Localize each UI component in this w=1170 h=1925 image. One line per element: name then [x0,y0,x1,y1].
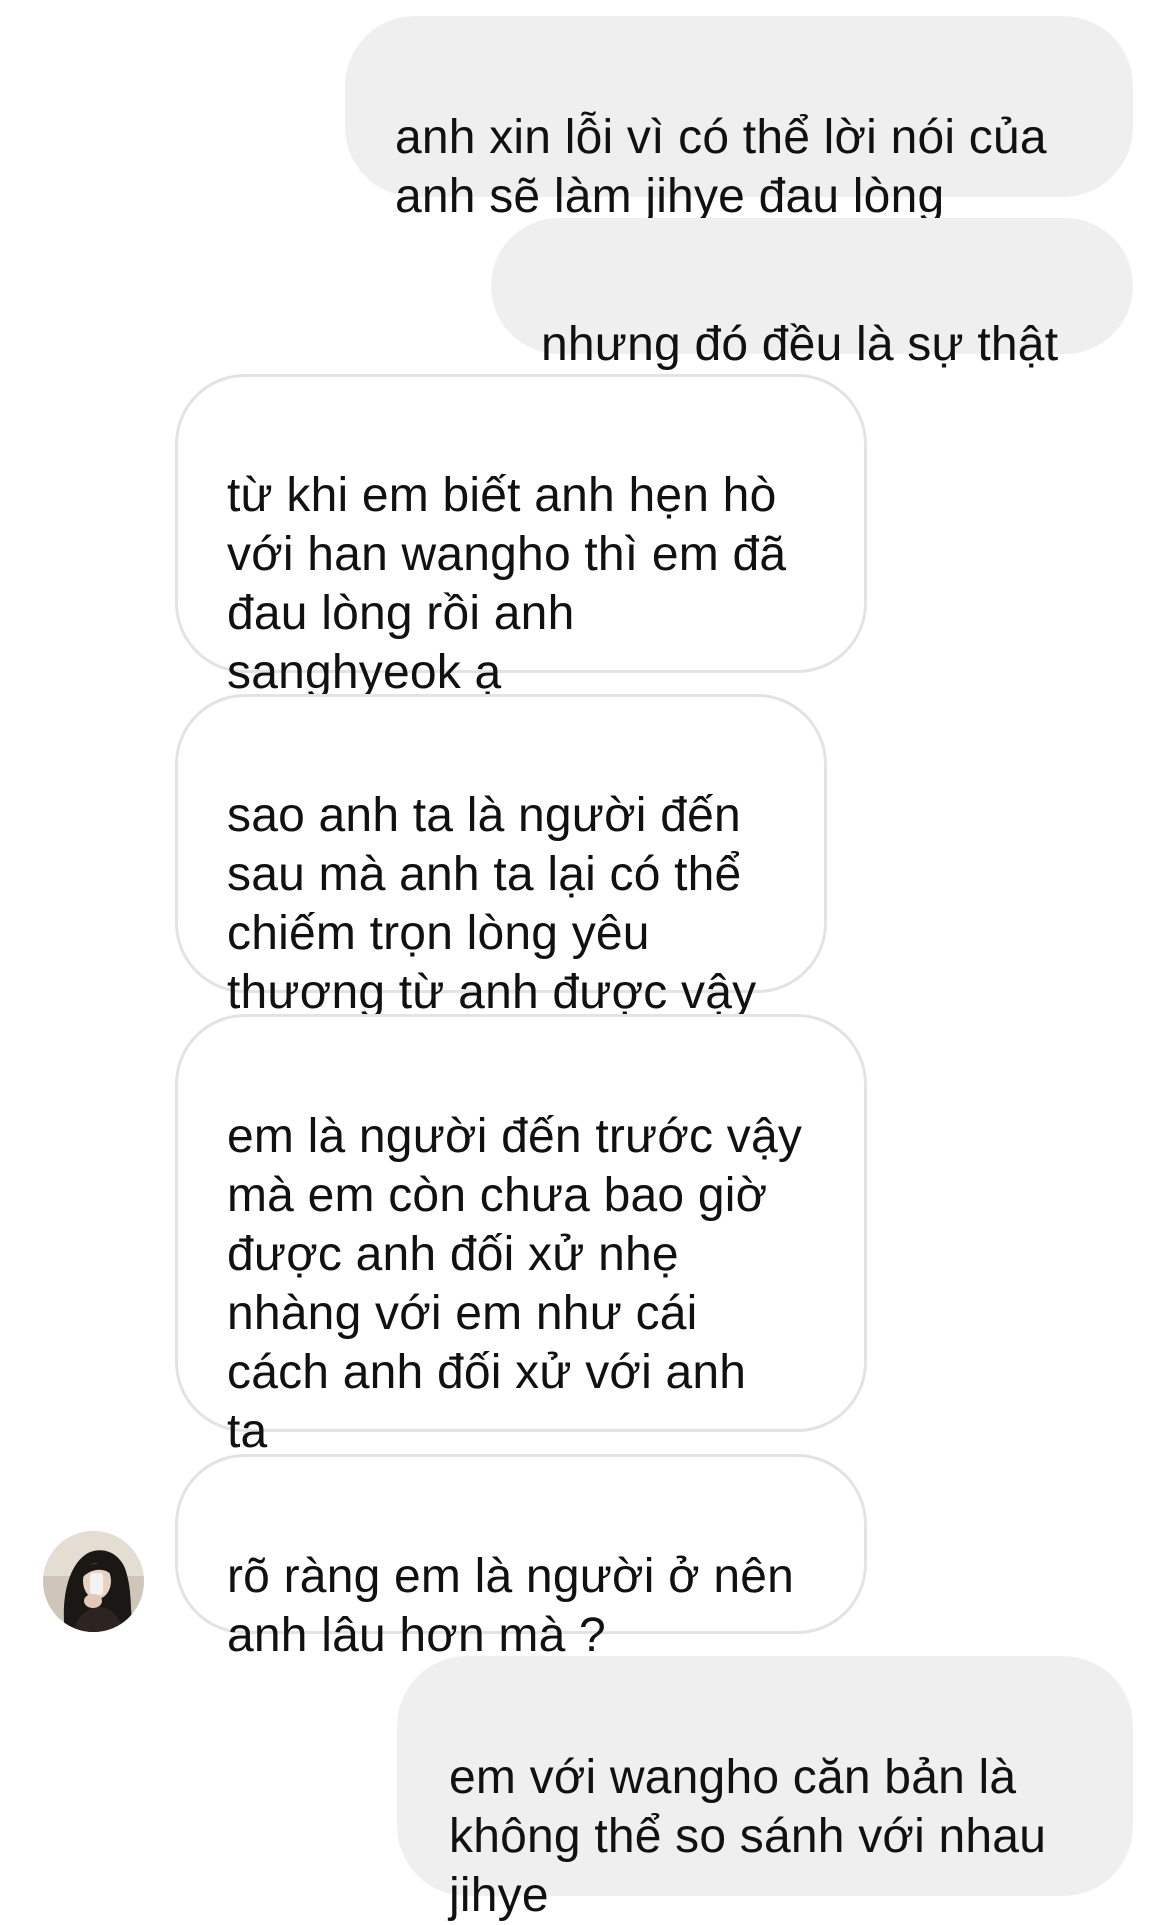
message-bubble-sent[interactable]: nhưng đó đều là sự thật [491,218,1133,371]
message-text: từ khi em biết anh hẹn hò với han wangho… [227,469,787,699]
message-text: anh xin lỗi vì có thể lời nói của anh sẽ… [395,111,1047,223]
avatar-photo-icon [43,1531,144,1632]
message-text: em với wangho căn bản là không thể so sá… [449,1751,1047,1922]
message-text: em là người đến trước vậy mà em còn chưa… [227,1110,803,1458]
message-bubble-received[interactable]: sao anh ta là người đến sau mà anh ta lạ… [175,694,827,1019]
message-text: nhưng đó đều là sự thật [541,318,1059,371]
message-bubble-sent[interactable]: em với wangho căn bản là không thể so sá… [397,1656,1133,1922]
message-bubble-received[interactable]: rõ ràng em là người ở nên anh lâu hơn mà… [175,1454,867,1662]
message-bubble-received[interactable]: từ khi em biết anh hẹn hò với han wangho… [175,374,867,699]
message-bubble-received[interactable]: em là người đến trước vậy mà em còn chưa… [175,1014,867,1458]
message-text: sao anh ta là người đến sau mà anh ta lạ… [227,789,757,1019]
message-bubble-sent[interactable]: anh xin lỗi vì có thể lời nói của anh sẽ… [345,16,1133,223]
contact-avatar[interactable] [43,1531,144,1632]
message-text: rõ ràng em là người ở nên anh lâu hơn mà… [227,1550,795,1662]
